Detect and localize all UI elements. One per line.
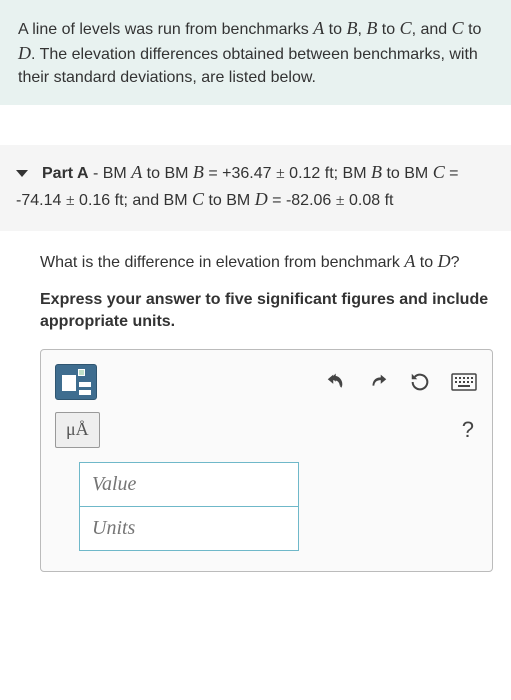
format-template-button[interactable] <box>55 364 97 400</box>
part-a-header[interactable]: Part A - BM A to BM B = +36.47 ± 0.12 ft… <box>0 145 511 231</box>
redo-icon <box>367 371 389 393</box>
question-text: What is the difference in elevation from… <box>40 249 493 274</box>
toolbar-row-1 <box>55 364 478 400</box>
units-input[interactable] <box>79 506 299 551</box>
keyboard-icon <box>451 373 477 391</box>
var-B: B <box>346 18 357 38</box>
intro-text-post: . The elevation differences obtained bet… <box>18 46 478 85</box>
answer-box: μÅ ? <box>40 349 493 571</box>
toolbar-row-2: μÅ ? <box>55 412 478 447</box>
undo-button[interactable] <box>324 370 348 394</box>
var-A: A <box>313 18 324 38</box>
collapse-caret-icon[interactable] <box>16 170 28 177</box>
var-B2: B <box>366 18 377 38</box>
var-C: C <box>400 18 412 38</box>
keyboard-button[interactable] <box>450 372 478 392</box>
part-label: Part A <box>42 165 89 182</box>
var-C2: C <box>452 18 464 38</box>
redo-button[interactable] <box>366 370 390 394</box>
answer-inputs <box>79 462 299 551</box>
problem-intro: A line of levels was run from benchmarks… <box>0 0 511 105</box>
question-area: What is the difference in elevation from… <box>0 231 511 571</box>
special-chars-button[interactable]: μÅ <box>55 412 100 447</box>
question-instruction: Express your answer to five significant … <box>40 289 493 334</box>
value-input[interactable] <box>79 462 299 506</box>
help-button[interactable]: ? <box>462 415 478 446</box>
var-D: D <box>18 43 31 63</box>
template-icon <box>62 375 76 391</box>
reset-icon <box>409 371 431 393</box>
undo-icon <box>325 371 347 393</box>
reset-button[interactable] <box>408 370 432 394</box>
intro-text: A line of levels was run from benchmarks <box>18 21 313 38</box>
